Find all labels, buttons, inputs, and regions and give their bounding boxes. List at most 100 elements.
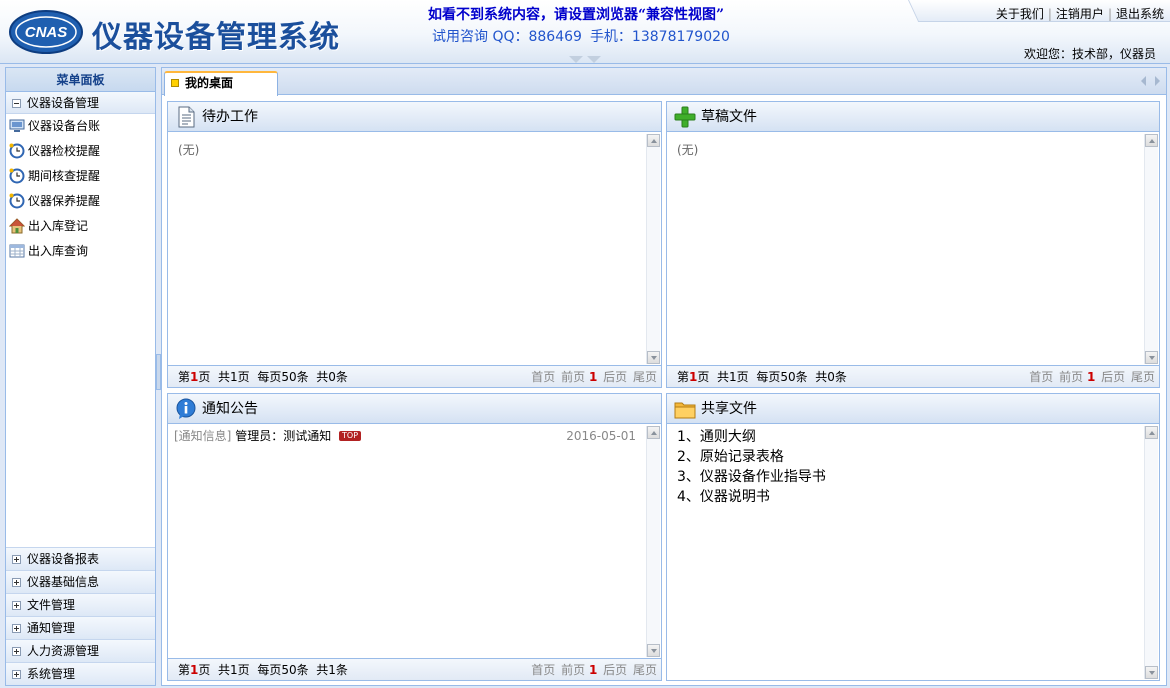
next-page-link[interactable]: 后页 xyxy=(603,370,627,384)
clock-icon xyxy=(9,168,25,183)
todo-panel-header: 待办工作 xyxy=(168,102,661,132)
top-links: 关于我们 | 注销用户 | 退出系统 xyxy=(996,5,1164,22)
current-page-number: 1 xyxy=(588,663,598,677)
menu-item-stock-query[interactable]: 出入库查询 xyxy=(6,239,155,264)
notice-category: [通知信息] xyxy=(174,429,232,443)
shared-file-item[interactable]: 1、通则大纲 xyxy=(677,427,1144,447)
todo-pager: 第 1 页 共1页 每页50条 共0条 首页 前页 1 后页 尾页 xyxy=(168,365,661,387)
document-icon xyxy=(178,106,195,128)
logo-text: CNAS xyxy=(25,24,68,41)
menu-panel-title: 菜单面板 xyxy=(6,68,155,92)
monitor-icon xyxy=(9,119,25,132)
menu-group-hr-management[interactable]: 人力资源管理 xyxy=(6,639,155,662)
tab-scroll-arrows-icon[interactable] xyxy=(1140,76,1162,86)
first-page-link[interactable]: 首页 xyxy=(531,663,555,677)
pager-prefix: 第 xyxy=(677,370,690,384)
pager-nav: 首页 前页 1 后页 尾页 xyxy=(1027,366,1155,388)
shared-file-list: 1、通则大纲 2、原始记录表格 3、仪器设备作业指导书 4、仪器说明书 xyxy=(667,427,1144,507)
pager-total: 共0条 xyxy=(815,370,847,384)
scroll-up-button[interactable] xyxy=(1145,134,1158,147)
shared-files-panel-header: 共享文件 xyxy=(667,394,1159,424)
house-icon xyxy=(9,217,25,233)
scroll-down-button[interactable] xyxy=(1145,351,1158,364)
expand-icon xyxy=(12,601,21,610)
todo-panel-body: (无) xyxy=(168,133,646,364)
scroll-down-button[interactable] xyxy=(647,351,660,364)
first-page-link[interactable]: 首页 xyxy=(531,370,555,384)
pager-prefix: 第 xyxy=(178,663,191,677)
panel-title: 通知公告 xyxy=(202,401,258,417)
app-header: CNAS 仪器设备管理系统 如看不到系统内容，请设置浏览器“兼容性视图” 试用咨… xyxy=(0,0,1170,64)
scroll-down-button[interactable] xyxy=(1145,666,1158,679)
menu-item-label: 出入库登记 xyxy=(28,219,89,233)
pager-suffix: 页 xyxy=(697,370,710,384)
collapsed-menu-groups: 仪器设备报表 仪器基础信息 文件管理 通知管理 人力资源管理 系统管理 xyxy=(6,547,155,685)
panel-title: 待办工作 xyxy=(202,109,258,125)
prev-page-link[interactable]: 前页 xyxy=(1059,370,1083,384)
todo-scrollbar[interactable] xyxy=(646,134,660,364)
menu-group-label: 通知管理 xyxy=(27,621,76,635)
pager-total: 共0条 xyxy=(316,370,348,384)
tab-label: 我的桌面 xyxy=(185,76,234,90)
notices-scrollbar[interactable] xyxy=(646,426,660,657)
pager-suffix: 页 xyxy=(198,370,211,384)
menu-group-label: 仪器设备管理 xyxy=(27,96,100,110)
notice-title[interactable]: 管理员：测试通知 xyxy=(235,429,331,443)
info-icon xyxy=(176,398,196,419)
scroll-down-button[interactable] xyxy=(647,644,660,657)
shared-file-item[interactable]: 4、仪器说明书 xyxy=(677,487,1144,507)
pager-per-page: 每页50条 xyxy=(257,663,309,677)
collapse-header-icon[interactable] xyxy=(567,56,603,64)
menu-item-calibration-reminder[interactable]: 仪器检校提醒 xyxy=(6,139,155,164)
tab-my-desktop[interactable]: 我的桌面 xyxy=(164,71,278,96)
menu-item-period-check-reminder[interactable]: 期间核查提醒 xyxy=(6,164,155,189)
logout-user-link[interactable]: 注销用户 xyxy=(1056,7,1104,21)
menu-group-instrument-reports[interactable]: 仪器设备报表 xyxy=(6,547,155,570)
menu-group-system-management[interactable]: 系统管理 xyxy=(6,662,155,685)
menu-group-basic-info[interactable]: 仪器基础信息 xyxy=(6,570,155,593)
about-link[interactable]: 关于我们 xyxy=(996,7,1044,21)
last-page-link[interactable]: 尾页 xyxy=(633,663,657,677)
shared-file-item[interactable]: 3、仪器设备作业指导书 xyxy=(677,467,1144,487)
pager-per-page: 每页50条 xyxy=(756,370,808,384)
prev-page-link[interactable]: 前页 xyxy=(561,370,585,384)
welcome-text: 欢迎您：技术部，仪器员 xyxy=(1023,47,1156,61)
menu-group-file-management[interactable]: 文件管理 xyxy=(6,593,155,616)
empty-text: (无) xyxy=(677,143,699,157)
expand-icon xyxy=(12,555,21,564)
current-page-number: 1 xyxy=(1086,370,1096,384)
scroll-up-button[interactable] xyxy=(647,134,660,147)
panel-title: 共享文件 xyxy=(701,401,757,417)
menu-group-notice-management[interactable]: 通知管理 xyxy=(6,616,155,639)
last-page-link[interactable]: 尾页 xyxy=(1131,370,1155,384)
pager-suffix: 页 xyxy=(198,663,211,677)
shared-file-item[interactable]: 2、原始记录表格 xyxy=(677,447,1144,467)
pager-total-pages: 共1页 xyxy=(218,663,250,677)
menu-item-maintenance-reminder[interactable]: 仪器保养提醒 xyxy=(6,189,155,214)
scroll-up-button[interactable] xyxy=(647,426,660,439)
tab-square-icon xyxy=(171,79,179,87)
menu-item-instrument-ledger[interactable]: 仪器设备台账 xyxy=(6,114,155,139)
clock-icon xyxy=(9,143,25,158)
drafts-scrollbar[interactable] xyxy=(1144,134,1158,364)
notices-panel-body: [通知信息] 管理员：测试通知 TOP 2016-05-01 xyxy=(168,425,646,657)
menu-item-stock-register[interactable]: 出入库登记 xyxy=(6,214,155,239)
table-icon xyxy=(9,244,25,257)
scroll-up-button[interactable] xyxy=(1145,426,1158,439)
app-title: 仪器设备管理系统 xyxy=(92,20,340,55)
last-page-link[interactable]: 尾页 xyxy=(633,370,657,384)
top-badge: TOP xyxy=(339,431,362,441)
notice-row[interactable]: [通知信息] 管理员：测试通知 TOP 2016-05-01 xyxy=(174,427,640,445)
next-page-link[interactable]: 后页 xyxy=(1101,370,1125,384)
menu-group-label: 仪器基础信息 xyxy=(27,575,100,589)
contact-info: 试用咨询 QQ：886469 手机：13878179020 xyxy=(432,26,738,46)
shared-files-scrollbar[interactable] xyxy=(1144,426,1158,679)
exit-system-link[interactable]: 退出系统 xyxy=(1116,7,1164,21)
first-page-link[interactable]: 首页 xyxy=(1029,370,1053,384)
collapse-icon xyxy=(12,99,21,108)
menu-group-label: 仪器设备报表 xyxy=(27,552,100,566)
menu-group-instrument-management[interactable]: 仪器设备管理 xyxy=(6,92,155,114)
next-page-link[interactable]: 后页 xyxy=(603,663,627,677)
notices-panel-header: 通知公告 xyxy=(168,394,661,424)
prev-page-link[interactable]: 前页 xyxy=(561,663,585,677)
